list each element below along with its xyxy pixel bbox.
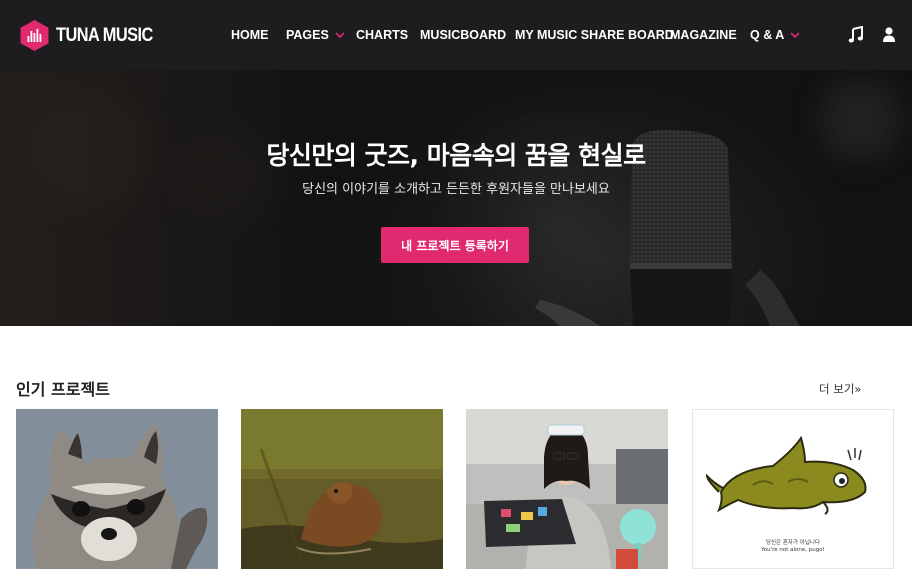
chevron-down-icon bbox=[790, 32, 800, 39]
nav-item-my-music-share-board[interactable]: MY MUSIC SHARE BOARD bbox=[515, 25, 674, 45]
equalizer-hexagon-icon bbox=[20, 20, 49, 51]
nav-item-charts[interactable]: CHARTS bbox=[356, 25, 408, 45]
hero-title: 당신만의 굿즈, 마음속의 꿈을 현실로 bbox=[266, 141, 646, 170]
more-link[interactable]: 더 보기» bbox=[819, 381, 861, 397]
nav-item-label: Q & A bbox=[750, 28, 785, 42]
nav-item-magazine[interactable]: MAGAZINE bbox=[670, 25, 737, 45]
microphone-image bbox=[440, 110, 800, 326]
project-card[interactable] bbox=[466, 409, 668, 569]
nav-item-label: MUSICBOARD bbox=[420, 28, 507, 42]
student-at-laptop-photo bbox=[466, 409, 668, 569]
nav-item-label: MY MUSIC SHARE BOARD bbox=[515, 28, 674, 42]
chevron-down-icon bbox=[335, 32, 345, 39]
hero-subtitle: 당신의 이야기를 소개하고 든든한 후원자들을 만나보세요 bbox=[302, 182, 610, 197]
brand-logo-link[interactable]: TUNA MUSIC bbox=[19, 19, 169, 52]
hero-banner: 당신만의 굿즈, 마음속의 꿈을 현실로 당신의 이야기를 소개하고 든든한 후… bbox=[0, 70, 912, 326]
beaver-photo bbox=[241, 409, 443, 569]
nav-item-home[interactable]: HOME bbox=[231, 25, 269, 45]
project-card[interactable]: 당신은 혼자가 아닙니다 You're not alone, pugo! bbox=[692, 409, 894, 569]
raccoon-photo bbox=[16, 409, 218, 569]
nav-item-musicboard[interactable]: MUSICBOARD bbox=[420, 25, 506, 45]
project-card[interactable] bbox=[241, 409, 443, 569]
fish-caption-english: You're not alone, pugo! bbox=[761, 547, 825, 553]
user-icon[interactable] bbox=[881, 26, 897, 44]
music-note-icon[interactable] bbox=[848, 26, 864, 44]
nav-item-qna[interactable]: Q & A bbox=[750, 25, 801, 45]
nav-item-label: PAGES bbox=[286, 28, 329, 42]
brand-name: TUNA MUSIC bbox=[56, 24, 153, 46]
nav-item-label: MAGAZINE bbox=[670, 28, 737, 42]
nav-item-label: HOME bbox=[231, 28, 269, 42]
nav-item-pages[interactable]: PAGES bbox=[286, 25, 346, 45]
nav-item-label: CHARTS bbox=[356, 28, 409, 42]
fish-caption-korean: 당신은 혼자가 아닙니다 bbox=[765, 540, 821, 546]
section-title-popular: 인기 프로젝트 bbox=[16, 380, 110, 399]
top-navbar: TUNA MUSIC HOME PAGES CHARTS MUSICBOARD … bbox=[0, 0, 912, 70]
register-project-button[interactable]: 내 프로젝트 등록하기 bbox=[381, 227, 529, 263]
project-card[interactable] bbox=[16, 409, 218, 569]
